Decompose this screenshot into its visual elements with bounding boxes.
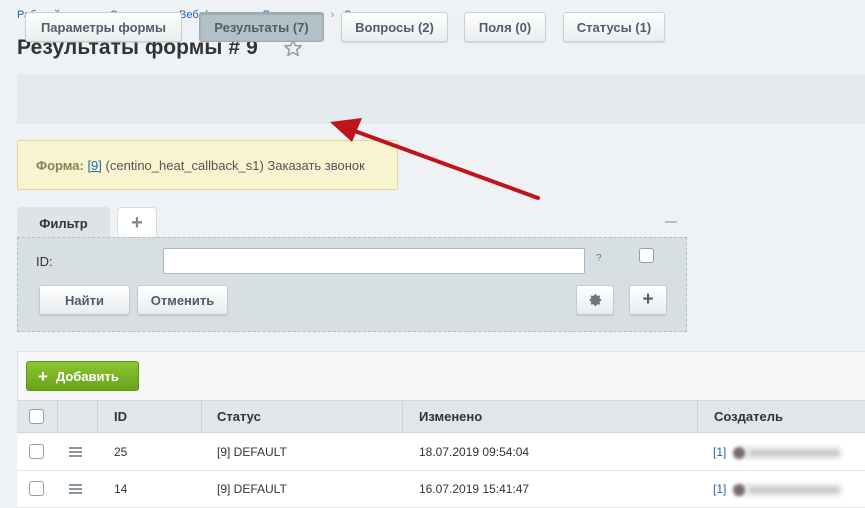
add-field-button[interactable]: + <box>629 285 667 315</box>
redacted-creator-email <box>733 446 843 460</box>
column-separator <box>402 400 403 433</box>
filter-checkbox[interactable] <box>639 248 654 263</box>
form-info-text: (centino_heat_callback_s1) Заказать звон… <box>105 158 365 173</box>
row-menu-icon[interactable] <box>69 484 82 494</box>
column-separator <box>97 400 98 433</box>
tab-questions[interactable]: Вопросы (2) <box>341 12 448 42</box>
column-separator <box>57 400 58 433</box>
plus-icon: + <box>38 366 48 386</box>
column-header-modified[interactable]: Изменено <box>419 409 482 424</box>
filter-tab[interactable]: Фильтр <box>17 207 110 239</box>
form-id-link[interactable]: [9] <box>87 158 101 173</box>
settings-button[interactable] <box>576 285 614 315</box>
tab-fields[interactable]: Поля (0) <box>464 12 546 42</box>
tab-statuses[interactable]: Статусы (1) <box>563 12 665 42</box>
tab-results[interactable]: Результаты (7) <box>199 12 324 42</box>
row-checkbox[interactable] <box>29 444 44 459</box>
form-info-label: Форма: <box>36 158 84 173</box>
select-all-checkbox[interactable] <box>29 409 44 424</box>
tab-form-params[interactable]: Параметры формы <box>25 12 182 42</box>
column-separator <box>697 400 698 433</box>
row-menu-icon[interactable] <box>69 447 82 457</box>
cell-creator-id[interactable]: [1] <box>713 482 726 496</box>
cell-status: [9] DEFAULT <box>217 482 287 496</box>
cell-modified: 16.07.2019 15:41:47 <box>419 482 530 496</box>
filter-id-label: ID: <box>36 254 53 269</box>
find-button[interactable]: Найти <box>39 285 130 315</box>
cancel-button[interactable]: Отменить <box>137 285 228 315</box>
row-checkbox[interactable] <box>29 481 44 496</box>
add-button-label: Добавить <box>55 368 119 384</box>
help-icon[interactable]: ? <box>596 253 602 264</box>
cell-id: 14 <box>114 482 128 496</box>
form-info-box: Форма: [9] (centino_heat_callback_s1) За… <box>17 140 398 190</box>
cell-id: 25 <box>114 445 128 459</box>
cell-modified: 18.07.2019 09:54:04 <box>419 445 530 459</box>
redacted-creator-email <box>733 483 843 497</box>
cell-creator-id[interactable]: [1] <box>713 445 726 459</box>
breadcrumb-separator: › <box>330 9 335 21</box>
add-filter-tab-button[interactable]: + <box>117 207 157 239</box>
filter-id-input[interactable] <box>163 248 585 274</box>
tabs-bar <box>17 74 865 124</box>
column-header-id[interactable]: ID <box>114 409 127 424</box>
column-separator <box>201 400 202 433</box>
cell-status: [9] DEFAULT <box>217 445 287 459</box>
minimize-icon[interactable] <box>665 221 677 223</box>
column-header-status[interactable]: Статус <box>217 409 261 424</box>
gear-icon <box>589 294 602 306</box>
add-button[interactable]: + Добавить <box>26 361 139 391</box>
column-header-creator[interactable]: Создатель <box>714 409 783 424</box>
